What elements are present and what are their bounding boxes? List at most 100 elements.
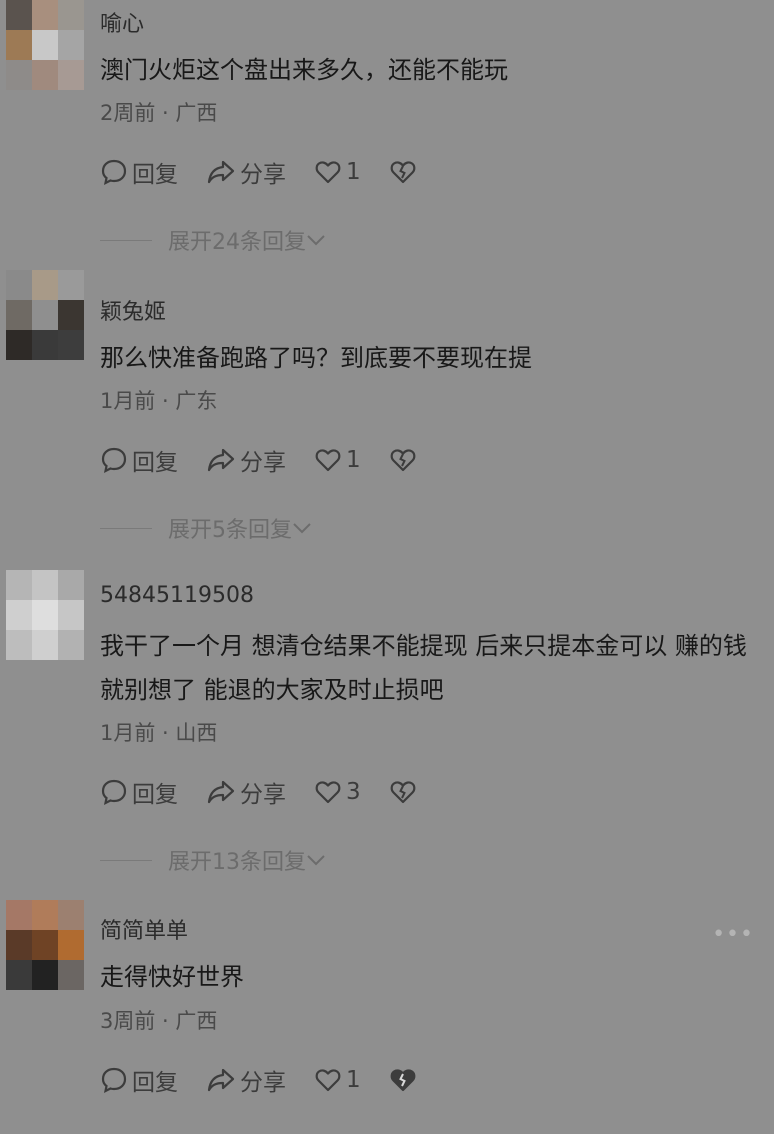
like-button[interactable]: 1 xyxy=(314,1066,361,1094)
like-count: 1 xyxy=(346,159,361,185)
reply-button[interactable]: 回复 xyxy=(100,443,178,477)
reply-button[interactable]: 回复 xyxy=(100,155,178,189)
avatar-pixel xyxy=(58,60,84,90)
heart-icon xyxy=(315,1069,341,1092)
comment-meta: 1月前 · 山西 xyxy=(100,721,218,745)
avatar-pixel xyxy=(6,600,32,630)
avatar-pixel xyxy=(58,570,84,600)
avatar-pixel xyxy=(6,330,32,360)
avatar-pixel xyxy=(6,60,32,90)
comment-username[interactable]: 颖兔姬 xyxy=(100,294,166,326)
avatar-pixel xyxy=(32,300,58,330)
share-label: 分享 xyxy=(240,450,286,476)
avatar-pixel xyxy=(32,0,58,30)
comment-actions: 回复 分享 1 xyxy=(100,1064,449,1096)
comment-text: 走得快好世界 xyxy=(100,963,244,991)
comment-text: 澳门火炬这个盘出来多久，还能不能玩 xyxy=(100,56,508,84)
reply-bubble-icon xyxy=(101,1067,127,1093)
avatar[interactable] xyxy=(6,270,84,360)
comment-text: 那么快准备跑路了吗？到底要不要现在提 xyxy=(100,344,532,372)
avatar[interactable] xyxy=(6,900,84,990)
like-button[interactable]: 1 xyxy=(314,446,361,474)
avatar-pixel xyxy=(6,900,32,930)
reply-label: 回复 xyxy=(132,782,178,808)
share-button[interactable]: 分享 xyxy=(206,1063,286,1097)
comment-meta: 2周前 · 广西 xyxy=(100,101,218,125)
share-arrow-icon xyxy=(207,780,235,804)
like-button[interactable]: 1 xyxy=(314,158,361,186)
expand-replies[interactable]: 展开13条回复 xyxy=(100,844,326,876)
expand-replies[interactable]: 展开5条回复 xyxy=(100,512,312,544)
broken-heart-icon xyxy=(390,449,416,472)
share-arrow-icon xyxy=(207,1068,235,1092)
avatar-pixel xyxy=(58,600,84,630)
share-button[interactable]: 分享 xyxy=(206,155,286,189)
like-count: 1 xyxy=(346,447,361,473)
more-options-button[interactable]: ••• xyxy=(712,922,754,947)
avatar-pixel xyxy=(6,630,32,660)
avatar-pixel xyxy=(58,0,84,30)
avatar-pixel xyxy=(6,930,32,960)
avatar-pixel xyxy=(58,900,84,930)
dislike-button[interactable] xyxy=(389,778,421,806)
comment-text: 我干了一个月 想清仓结果不能提现 后来只提本金可以 赚的钱 就别想了 能退的大家… xyxy=(100,632,747,704)
reply-button[interactable]: 回复 xyxy=(100,1063,178,1097)
reply-label: 回复 xyxy=(132,162,178,188)
comment-meta: 3周前 · 广西 xyxy=(100,1009,218,1033)
reply-button[interactable]: 回复 xyxy=(100,775,178,809)
avatar-pixel xyxy=(6,0,32,30)
chevron-down-icon xyxy=(307,235,325,246)
avatar-pixel xyxy=(6,270,32,300)
expand-replies[interactable]: 展开24条回复 xyxy=(100,224,326,256)
heart-icon xyxy=(315,781,341,804)
reply-bubble-icon xyxy=(101,447,127,473)
avatar-pixel xyxy=(32,630,58,660)
broken-heart-icon xyxy=(390,781,416,804)
chevron-down-icon xyxy=(307,855,325,866)
avatar[interactable] xyxy=(6,0,84,90)
share-label: 分享 xyxy=(240,782,286,808)
heart-icon xyxy=(315,449,341,472)
comment-meta: 1月前 · 广东 xyxy=(100,389,218,413)
dislike-button[interactable] xyxy=(389,1066,421,1094)
dislike-button[interactable] xyxy=(389,446,421,474)
like-count: 3 xyxy=(346,779,361,805)
avatar-pixel xyxy=(32,30,58,60)
avatar-pixel xyxy=(6,960,32,990)
share-arrow-icon xyxy=(207,160,235,184)
avatar-pixel xyxy=(58,30,84,60)
comment-username[interactable]: 喻心 xyxy=(100,6,144,38)
reply-label: 回复 xyxy=(132,1070,178,1096)
reply-bubble-icon xyxy=(101,159,127,185)
expand-replies-label: 展开24条回复 xyxy=(168,230,306,255)
avatar[interactable] xyxy=(6,570,84,660)
comment-username[interactable]: 54845119508 xyxy=(100,583,254,608)
divider-line xyxy=(100,527,152,529)
like-button[interactable]: 3 xyxy=(314,778,361,806)
like-count: 1 xyxy=(346,1067,361,1093)
share-button[interactable]: 分享 xyxy=(206,775,286,809)
heart-icon xyxy=(315,161,341,184)
avatar-pixel xyxy=(6,30,32,60)
share-label: 分享 xyxy=(240,162,286,188)
share-button[interactable]: 分享 xyxy=(206,443,286,477)
broken-heart-icon xyxy=(390,1069,416,1092)
avatar-pixel xyxy=(32,570,58,600)
divider-line xyxy=(100,859,152,861)
avatar-pixel xyxy=(32,60,58,90)
avatar-pixel xyxy=(32,900,58,930)
avatar-pixel xyxy=(58,330,84,360)
broken-heart-icon xyxy=(390,161,416,184)
comment-actions: 回复 分享 1 xyxy=(100,156,449,188)
avatar-pixel xyxy=(32,270,58,300)
avatar-pixel xyxy=(32,930,58,960)
dislike-button[interactable] xyxy=(389,158,421,186)
divider-line xyxy=(100,239,152,241)
comment-username[interactable]: 简简单单 xyxy=(100,913,188,945)
avatar-pixel xyxy=(6,300,32,330)
comment-actions: 回复 分享 3 xyxy=(100,776,449,808)
share-arrow-icon xyxy=(207,448,235,472)
avatar-pixel xyxy=(32,960,58,990)
avatar-pixel xyxy=(32,600,58,630)
avatar-pixel xyxy=(6,570,32,600)
